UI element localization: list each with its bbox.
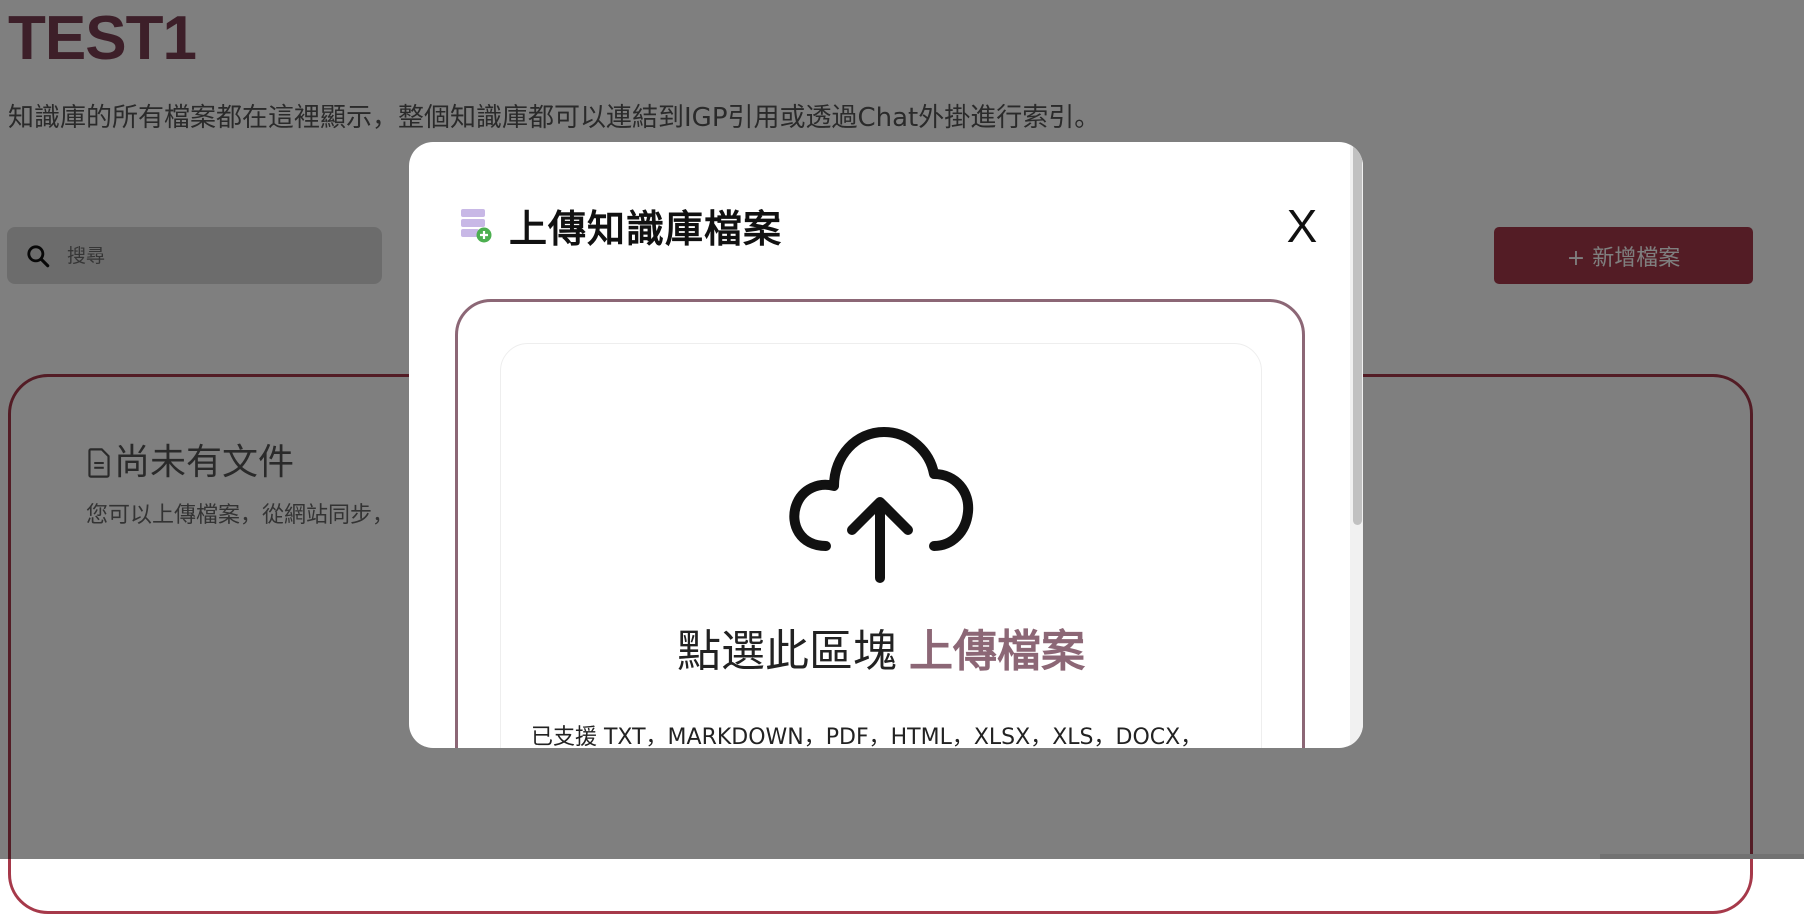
upload-prompt-accent: 上傳檔案 xyxy=(909,626,1085,677)
database-add-icon xyxy=(461,209,492,243)
upload-modal: 上傳知識庫檔案 X 點選此區塊 上傳檔案 已支援 TXT，MARKDOWN，PDF… xyxy=(409,142,1363,748)
cloud-upload-icon xyxy=(789,427,974,583)
close-button[interactable]: X xyxy=(1277,200,1327,252)
upload-prompt: 點選此區塊 上傳檔案 xyxy=(500,622,1262,682)
modal-title: 上傳知識庫檔案 xyxy=(509,206,783,251)
upload-prompt-text: 點選此區塊 xyxy=(677,626,897,677)
modal-scrollbar-thumb[interactable] xyxy=(1353,144,1362,525)
supported-formats: 已支援 TXT，MARKDOWN，PDF，HTML，XLSX，XLS，DOCX， xyxy=(531,725,1203,748)
modal-header: 上傳知識庫檔案 xyxy=(459,200,783,251)
knowledge-base-page: TEST1 知識庫的所有檔案都在這裡顯示，整個知識庫都可以連結到IGP引用或透過… xyxy=(0,0,1804,914)
